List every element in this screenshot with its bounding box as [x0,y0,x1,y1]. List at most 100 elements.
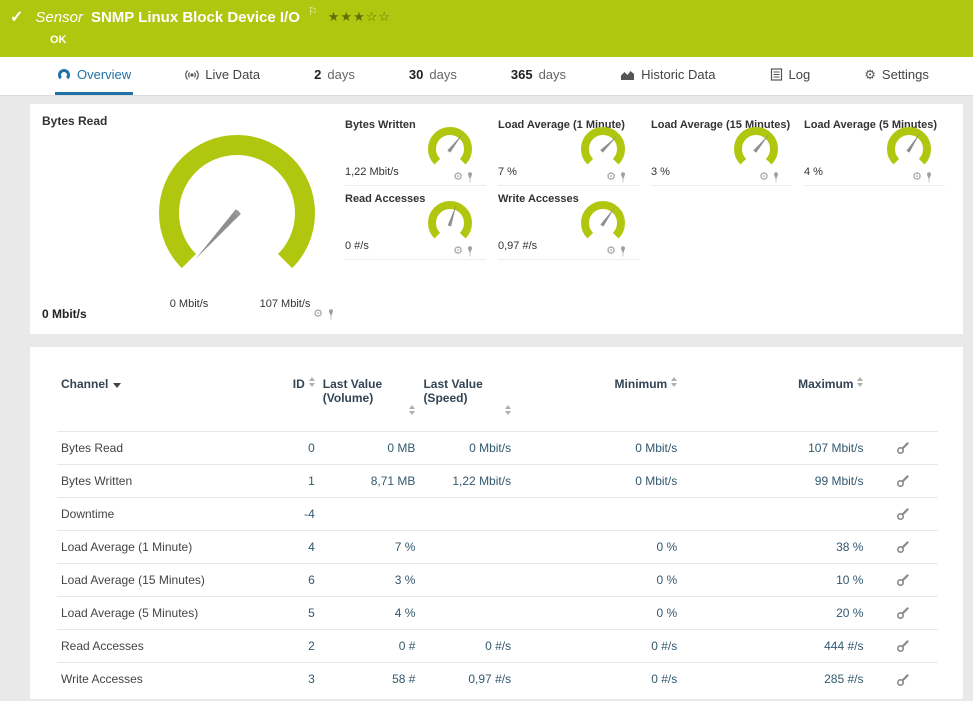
sensor-title: SNMP Linux Block Device I/O [91,9,300,26]
channel-settings-icon[interactable] [896,606,910,620]
tab-log[interactable]: Log [768,57,813,95]
id-cell: 2 [253,630,318,663]
channel-settings-icon[interactable] [896,507,910,521]
speed-cell: 1,22 Mbit/s [419,465,515,498]
gauge-settings-gear-icon[interactable]: ⚙ [453,172,463,183]
id-cell: 4 [253,531,318,564]
pin-icon[interactable] [466,172,474,183]
pin-icon[interactable] [327,309,335,320]
tab-30-days[interactable]: 30 days [407,57,459,95]
table-row: Downtime -4 [57,498,938,531]
volume-cell: 8,71 MB [319,465,420,498]
channel-table-panel: Channel ID Last Value (Volume) Last Valu… [30,347,963,699]
channel-cell: Read Accesses [57,630,253,663]
sort-icon [409,405,415,415]
gauge-settings-gear-icon[interactable]: ⚙ [453,246,463,257]
channel-settings-icon[interactable] [896,573,910,587]
tab-365-days[interactable]: 365 days [509,57,568,95]
column-header-maximum[interactable]: Maximum [681,373,867,432]
max-cell: 20 % [681,597,867,630]
gauge-value: 4 % [804,166,823,178]
tab-settings[interactable]: ⚙ Settings [862,57,931,95]
gauge-settings-gear-icon[interactable]: ⚙ [606,172,616,183]
max-cell: 10 % [681,564,867,597]
tab-label: Historic Data [641,67,715,82]
table-row: Load Average (15 Minutes) 6 3 % 0 % 10 % [57,564,938,597]
priority-stars[interactable]: ★★★☆☆ [328,9,391,25]
gauge-read-accesses: Read Accesses 0 #/s ⚙ [345,186,486,260]
id-cell: 0 [253,432,318,465]
gauge-settings-gear-icon[interactable]: ⚙ [759,172,769,183]
gauge-settings-gear-icon[interactable]: ⚙ [313,309,323,320]
table-header-row: Channel ID Last Value (Volume) Last Valu… [57,373,938,432]
column-header-id[interactable]: ID [253,373,318,432]
tab-bar: Overview Live Data 2 days 30 days 365 da… [0,57,973,96]
bytes-read-gauge [127,118,347,283]
volume-cell: 3 % [319,564,420,597]
pin-icon[interactable] [619,246,627,257]
gauge-max-label: 107 Mbit/s [250,298,320,310]
small-gauge [422,199,478,249]
gauges-panel: Bytes Read 0 Mbit/s 107 Mbit/s 0 Mbit/s … [30,104,963,334]
sort-desc-icon [113,383,121,388]
min-cell: 0 Mbit/s [515,432,681,465]
channel-settings-icon[interactable] [896,441,910,455]
table-row: Read Accesses 2 0 # 0 #/s 0 #/s 444 #/s [57,630,938,663]
small-gauge [422,125,478,175]
gauge-settings-gear-icon[interactable]: ⚙ [912,172,922,183]
column-header-channel[interactable]: Channel [57,373,253,432]
pin-icon[interactable] [466,246,474,257]
sensor-header: ✓ Sensor SNMP Linux Block Device I/O ⚐ ★… [0,0,973,57]
status-badge: OK [50,34,973,46]
broadcast-icon [185,68,199,82]
max-cell: 285 #/s [681,663,867,696]
tab-label: days [429,67,456,82]
main-gauge-bytes-read: Bytes Read 0 Mbit/s 107 Mbit/s 0 Mbit/s … [30,104,345,334]
gauge-settings-gear-icon[interactable]: ⚙ [606,246,616,257]
small-gauge [575,199,631,249]
pin-icon[interactable] [772,172,780,183]
channel-cell: Load Average (1 Minute) [57,531,253,564]
sensor-type-label: Sensor [35,9,83,26]
area-chart-icon [620,68,635,81]
tab-live-data[interactable]: Live Data [183,57,262,95]
speed-cell: 0 Mbit/s [419,432,515,465]
gauge-needle [193,209,241,261]
channel-settings-icon[interactable] [896,639,910,653]
tab-number: 30 [409,67,423,82]
tab-number: 365 [511,67,533,82]
gauge-value: 0 #/s [345,240,369,252]
min-cell [515,498,681,531]
channel-settings-icon[interactable] [896,673,910,687]
tab-historic-data[interactable]: Historic Data [618,57,717,95]
min-cell: 0 % [515,597,681,630]
max-cell: 99 Mbit/s [681,465,867,498]
min-cell: 0 #/s [515,663,681,696]
sort-icon [309,377,315,387]
gauge-load-average-15min: Load Average (15 Minutes) 3 % ⚙ [651,112,792,186]
channel-settings-icon[interactable] [896,540,910,554]
gauge-load-average-1min: Load Average (1 Minute) 7 % ⚙ [498,112,639,186]
gauge-min-label: 0 Mbit/s [154,298,224,310]
pin-icon[interactable] [619,172,627,183]
tab-overview[interactable]: Overview [55,57,133,95]
table-row: Load Average (1 Minute) 4 7 % 0 % 38 % [57,531,938,564]
priority-flag-icon[interactable]: ⚐ [308,5,318,18]
channel-cell: Write Accesses [57,663,253,696]
column-header-last-value-speed[interactable]: Last Value (Speed) [419,373,515,432]
column-header-minimum[interactable]: Minimum [515,373,681,432]
volume-cell: 0 MB [319,432,420,465]
gauge-current-value: 0 Mbit/s [42,307,87,321]
small-gauge [575,125,631,175]
volume-cell [319,498,420,531]
channel-settings-icon[interactable] [896,474,910,488]
small-gauges-grid: Bytes Written 1,22 Mbit/s ⚙ Load Average… [345,104,963,334]
channel-cell: Load Average (5 Minutes) [57,597,253,630]
tab-2-days[interactable]: 2 days [312,57,357,95]
sort-icon [671,377,677,387]
min-cell: 0 #/s [515,630,681,663]
page-content: Bytes Read 0 Mbit/s 107 Mbit/s 0 Mbit/s … [0,96,973,699]
pin-icon[interactable] [925,172,933,183]
gauge-write-accesses: Write Accesses 0,97 #/s ⚙ [498,186,639,260]
column-header-last-value-volume[interactable]: Last Value (Volume) [319,373,420,432]
